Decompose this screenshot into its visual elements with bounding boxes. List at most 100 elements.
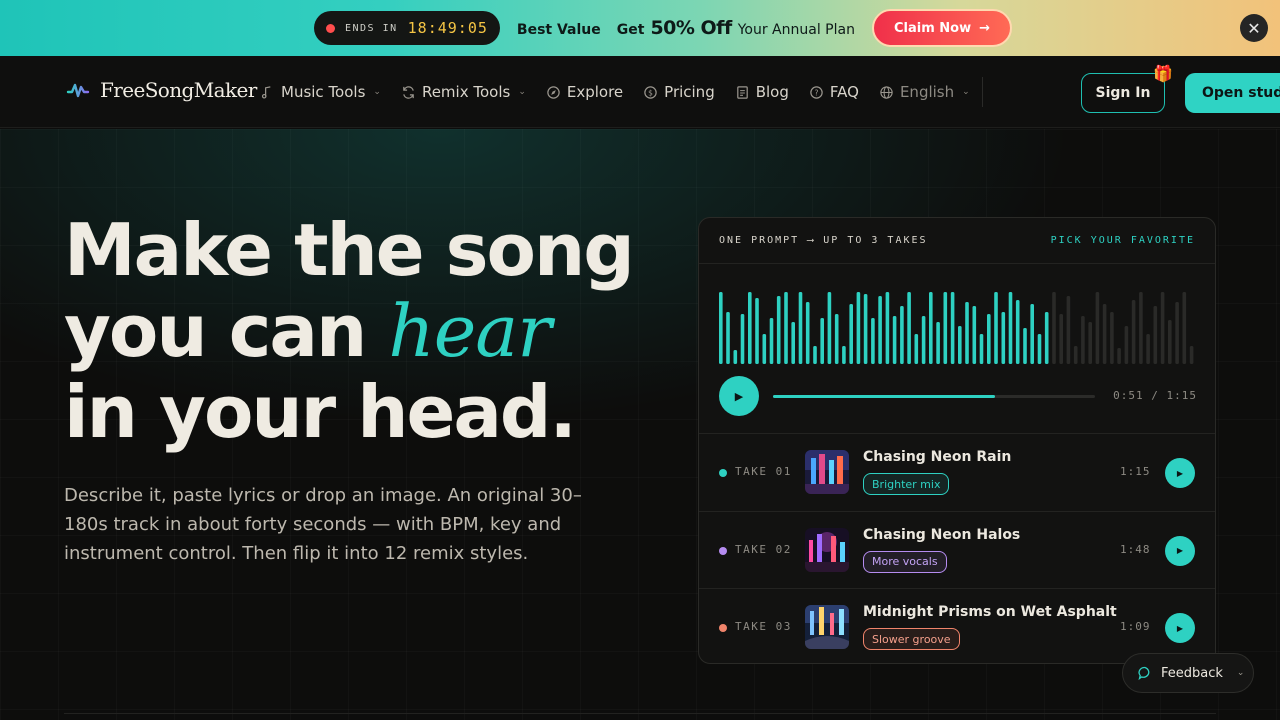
- globe-icon: [880, 85, 893, 99]
- take-thumbnail: [805, 605, 849, 649]
- claim-now-button[interactable]: Claim Now →: [871, 9, 1012, 47]
- nav-item-blog[interactable]: Blog: [735, 83, 789, 101]
- nav-item-music-tools[interactable]: Music Tools ⌄: [260, 83, 381, 101]
- svg-text:$: $: [648, 88, 653, 97]
- nav-menu: Music Tools ⌄ Remix Tools ⌄ Explore $ Pr…: [260, 56, 1003, 128]
- nav-item-faq[interactable]: ? FAQ: [809, 83, 859, 101]
- close-icon: ✕: [1247, 18, 1261, 38]
- waveform-bar: [1131, 300, 1136, 364]
- waveform-logo-icon: [66, 83, 90, 98]
- take-play-button[interactable]: ▶: [1165, 458, 1195, 488]
- promo-text: Best Value Get 50% Off Your Annual Plan: [517, 17, 855, 39]
- refresh-icon: [403, 85, 414, 99]
- waveform-bar: [827, 292, 832, 364]
- waveform-bar: [1088, 322, 1092, 364]
- brand-name: FreeSongMaker: [100, 78, 257, 102]
- nav-item-label: Remix Tools: [421, 83, 511, 101]
- take-thumbnail: [805, 450, 849, 494]
- waveform-bar: [733, 350, 738, 364]
- waveform-bar: [849, 304, 853, 364]
- waveform-bar: [1001, 312, 1006, 364]
- waveform-bar: [762, 334, 767, 364]
- waveform-bar: [1008, 292, 1013, 364]
- waveform-bar: [1124, 326, 1129, 364]
- takes-demo-card: ONE PROMPT ⟶ UP TO 3 TAKES PICK YOUR FAV…: [698, 217, 1216, 664]
- play-icon: ▶: [1176, 546, 1184, 555]
- feedback-button[interactable]: Feedback ⌄: [1122, 653, 1254, 693]
- take-duration: 1:09: [1120, 620, 1151, 633]
- take-play-button[interactable]: ▶: [1165, 613, 1195, 643]
- claim-now-label: Claim Now: [893, 20, 972, 36]
- waveform-bar: [726, 312, 730, 364]
- waveform-bar: [1110, 312, 1114, 364]
- progress-bar[interactable]: [773, 395, 1095, 398]
- waveform-bar: [885, 292, 890, 364]
- nav-item-label: Pricing: [664, 83, 715, 101]
- waveform-bar: [1160, 292, 1165, 364]
- nav-item-remix-tools[interactable]: Remix Tools ⌄: [401, 83, 526, 101]
- waveform-bar: [834, 314, 839, 364]
- waveform-bar: [1030, 304, 1034, 364]
- waveform-bar: [769, 318, 774, 364]
- playback-time: 0:51 / 1:15: [1113, 389, 1197, 402]
- language-selector[interactable]: English ⌄: [879, 77, 983, 107]
- take-tag: Brighter mix: [863, 473, 950, 495]
- take-play-button[interactable]: ▶: [1165, 535, 1195, 566]
- top-navigation: FreeSongMaker Music Tools ⌄ Remix Tools …: [0, 56, 1280, 128]
- chevron-down-icon: ⌄: [373, 87, 381, 97]
- waveform-bar: [965, 302, 969, 364]
- take-title: Midnight Prisms on Wet Asphalt: [863, 604, 1117, 620]
- waveform-bar: [1095, 292, 1100, 364]
- svg-text:?: ?: [814, 88, 818, 97]
- play-icon: ▶: [734, 389, 744, 403]
- take-dot: [719, 469, 727, 477]
- waveform-bar: [994, 292, 998, 364]
- waveform-bar: [1189, 346, 1194, 364]
- audio-player: ▶ 0:51 / 1:15: [719, 376, 1197, 416]
- section-divider: [64, 713, 1216, 714]
- card-header-left: ONE PROMPT ⟶ UP TO 3 TAKES: [719, 235, 928, 246]
- waveform-bar: [748, 292, 752, 364]
- play-button[interactable]: ▶: [719, 376, 759, 416]
- waveform-bar: [914, 334, 919, 364]
- waveform-bar: [958, 326, 962, 364]
- waveform-bar: [936, 322, 940, 364]
- waveform-bar: [1117, 348, 1121, 364]
- waveform-bar: [943, 292, 948, 364]
- waveform-bar: [791, 322, 795, 364]
- nav-item-explore[interactable]: Explore: [546, 83, 623, 101]
- close-promo-button[interactable]: ✕: [1240, 14, 1268, 42]
- open-studio-button[interactable]: Open studio: [1185, 73, 1280, 113]
- nav-item-pricing[interactable]: $ Pricing: [643, 83, 715, 101]
- card-header: ONE PROMPT ⟶ UP TO 3 TAKES PICK YOUR FAV…: [699, 218, 1215, 264]
- dollar-icon: $: [644, 85, 657, 99]
- waveform-bar: [1182, 292, 1187, 364]
- waveform-bar: [1168, 320, 1172, 364]
- take-duration: 1:48: [1120, 542, 1151, 556]
- waveform-bar: [950, 292, 955, 364]
- compass-icon: [547, 85, 560, 99]
- nav-item-label: Explore: [566, 83, 624, 101]
- music-note-icon: [261, 85, 271, 99]
- plan-label: Your Annual Plan: [737, 22, 855, 38]
- waveform-bar: [1052, 292, 1056, 364]
- headline-line-3: in your head.: [64, 370, 577, 454]
- waveform-bar: [987, 314, 991, 364]
- waveform-bar: [1102, 304, 1107, 364]
- question-icon: ?: [810, 85, 823, 99]
- waveform-bar: [907, 292, 911, 364]
- headline-line-1: Make the song: [64, 208, 635, 292]
- take-tag: Slower groove: [863, 628, 960, 650]
- pick-favorite-label: PICK YOUR FAVORITE: [1050, 235, 1195, 246]
- chevron-down-icon: ⌄: [518, 87, 526, 97]
- waveform-bar: [776, 296, 781, 364]
- live-dot-icon: [326, 23, 335, 33]
- take-row[interactable]: TAKE 02 Chasing Neon Halos More vocals 1…: [699, 510, 1215, 589]
- progress-fill: [773, 395, 996, 398]
- waveform-bar: [1023, 328, 1027, 364]
- waveform-bar: [842, 346, 846, 364]
- waveform-bar: [805, 302, 810, 364]
- take-row[interactable]: TAKE 01 Chasing Neon Rain Brighter mix 1…: [699, 433, 1215, 511]
- brand-logo[interactable]: FreeSongMaker: [66, 78, 257, 102]
- waveform-bar: [1175, 302, 1179, 364]
